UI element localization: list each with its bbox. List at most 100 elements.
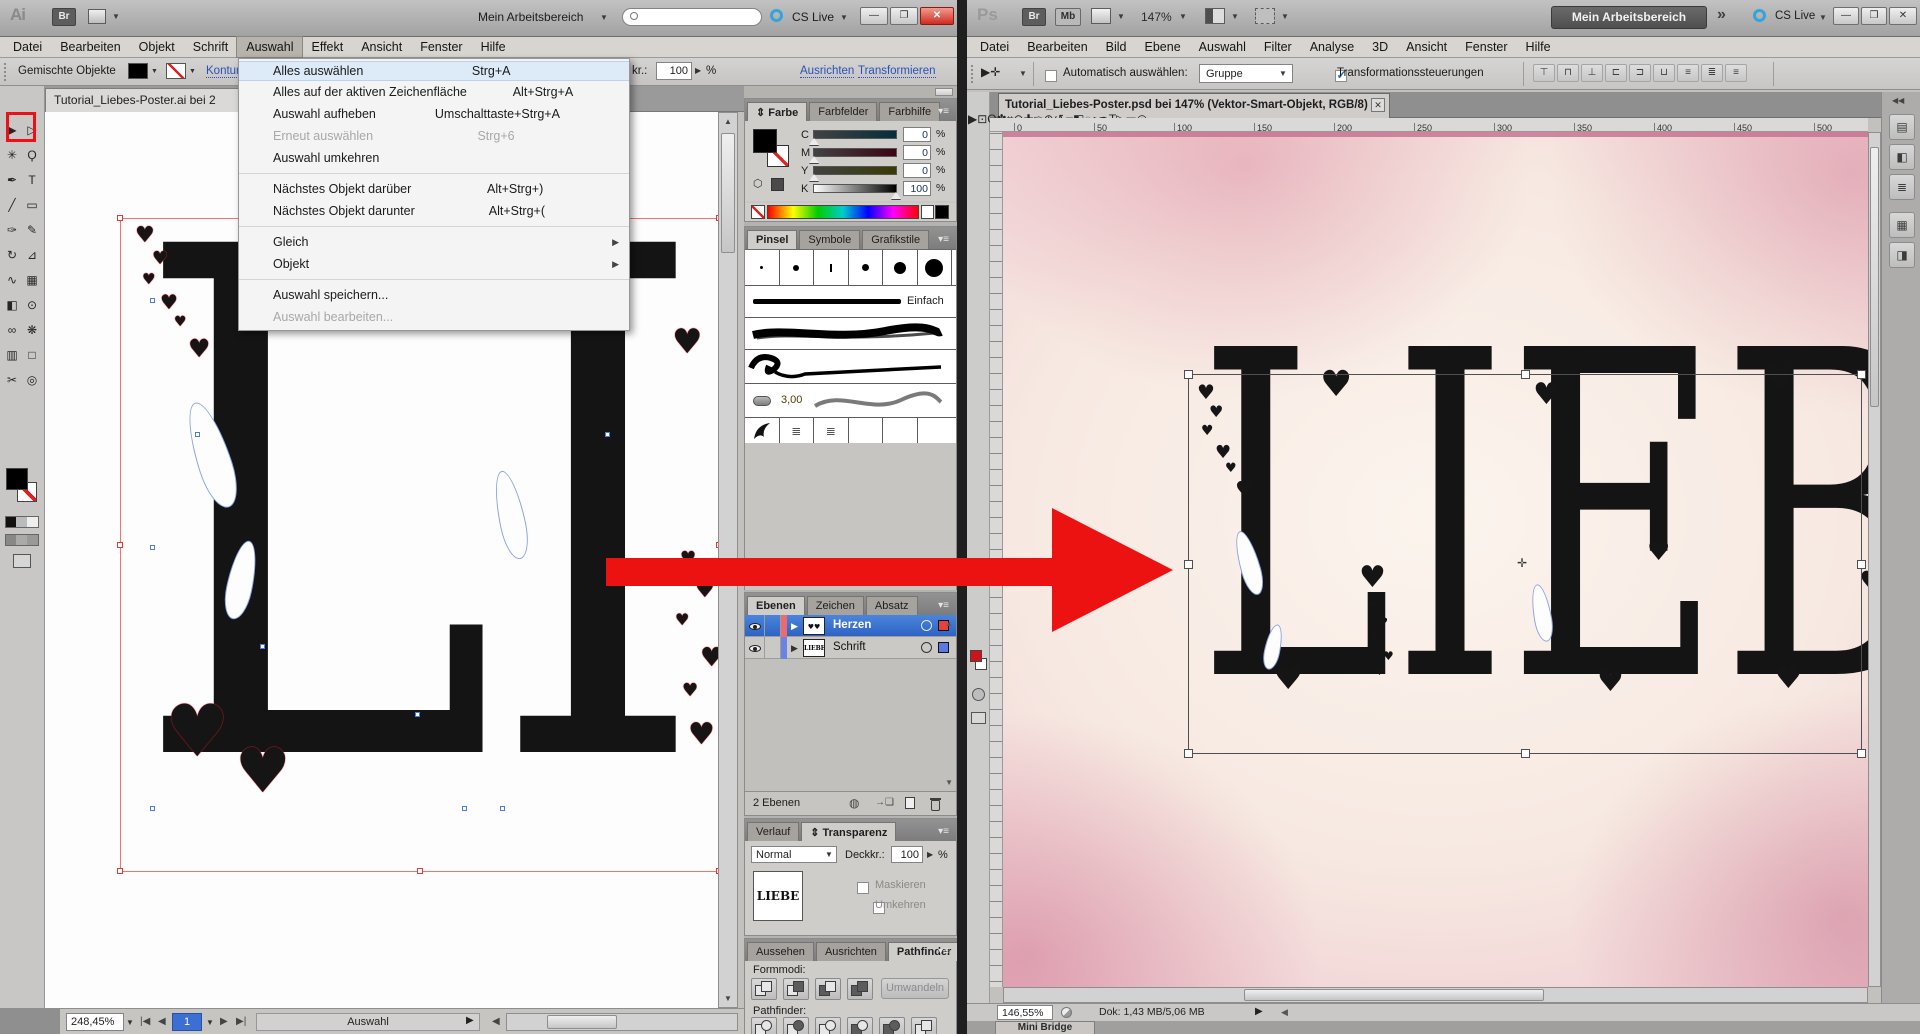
cs-live-button[interactable]: CS Live (792, 10, 834, 24)
scroll-down-icon[interactable]: ▼ (945, 778, 953, 787)
move-tool-icon[interactable]: ▶✛ (981, 65, 1000, 79)
search-input[interactable] (622, 8, 762, 26)
exclude-shape-button[interactable] (847, 978, 873, 1000)
menu-item[interactable]: Gleich ▶ (239, 231, 629, 253)
new-sublayer-icon[interactable]: →❏ (875, 797, 894, 808)
expand-button[interactable]: Umwandeln (881, 978, 949, 999)
target-circle-icon[interactable] (921, 620, 932, 631)
simple-brush-row[interactable]: Einfach (745, 286, 956, 318)
screen-mode-button[interactable] (13, 554, 31, 568)
arrange-documents-arrow-icon[interactable]: ▼ (112, 12, 120, 21)
mini-bridge-tab[interactable]: Mini Bridge (995, 1021, 1095, 1034)
menu-bar-item[interactable]: Bearbeiten (51, 37, 129, 57)
spectrum-none-swatch[interactable] (751, 205, 765, 219)
artboard-number-input[interactable]: 1 (172, 1013, 202, 1031)
anchor-point[interactable] (500, 806, 505, 811)
transform-panel-link[interactable]: Transformieren (858, 65, 936, 78)
panel-tab[interactable]: ⇕ Transparenz (801, 822, 896, 841)
type-tool-icon[interactable]: T (22, 168, 42, 193)
transform-handle[interactable] (1857, 749, 1866, 758)
mesh-tool-icon[interactable]: ▦ (22, 268, 42, 293)
menu-bar-item[interactable]: Ansicht (1397, 37, 1456, 57)
align-button[interactable]: ⊤ (1533, 64, 1555, 82)
screen-mode-button[interactable] (971, 712, 986, 724)
horizontal-scrollbar[interactable] (506, 1013, 738, 1031)
menu-item[interactable]: Auswahl umkehren (239, 147, 629, 169)
menu-bar-item[interactable]: 3D (1363, 37, 1397, 57)
brush-item[interactable] (849, 250, 884, 285)
charcoal-brush-row[interactable] (745, 318, 956, 350)
menu-bar-item[interactable]: Analyse (1301, 37, 1363, 57)
workspace-switcher[interactable]: Mein Arbeitsbereich (1551, 6, 1707, 29)
transform-handle[interactable] (1521, 749, 1530, 758)
menu-bar-item[interactable]: Fenster (411, 37, 471, 57)
merge-button[interactable] (815, 1017, 841, 1034)
scrollbar-thumb[interactable] (721, 133, 735, 253)
menu-bar-item[interactable]: Auswahl (1190, 37, 1255, 57)
previous-page-icon[interactable]: ◀ (158, 1016, 166, 1027)
scrollbar-thumb[interactable] (547, 1015, 617, 1029)
align-button[interactable]: ⊔ (1653, 64, 1675, 82)
selection-handle[interactable] (417, 868, 423, 874)
scroll-up-icon[interactable]: ▲ (724, 117, 732, 126)
panel-tab[interactable]: Zeichen (807, 596, 864, 615)
transform-handle[interactable] (1184, 370, 1193, 379)
rotate-tool-icon[interactable]: ↻ (2, 243, 22, 268)
bridge-button[interactable]: Br (52, 8, 76, 26)
transform-handle[interactable] (1184, 560, 1193, 569)
slider-value-input[interactable]: 0 (903, 163, 931, 178)
stroke-color-swatch[interactable] (166, 63, 186, 79)
view-extras-icon[interactable] (1091, 8, 1111, 24)
brush-item[interactable] (918, 250, 953, 285)
slider-track[interactable] (813, 148, 897, 157)
panel-tab[interactable]: Symbole (799, 230, 860, 249)
menu-bar-item[interactable]: Hilfe (472, 37, 515, 57)
width-tool-icon[interactable]: ∿ (2, 268, 22, 293)
slice-tool-icon[interactable]: ✂ (2, 368, 22, 393)
foreground-color-swatch[interactable] (970, 650, 982, 662)
close-tab-icon[interactable]: ✕ (1371, 98, 1385, 112)
move-tool-icon[interactable]: ▶ (968, 112, 977, 126)
panel-icon[interactable]: ▦ (1889, 212, 1915, 238)
expand-dock-icon[interactable]: ◀◀ (1892, 96, 1904, 105)
panel-tab[interactable]: Ausrichten (816, 942, 886, 961)
menu-bar-item[interactable]: Ansicht (352, 37, 411, 57)
panel-tab[interactable]: Pinsel (747, 230, 797, 249)
fill-proxy-swatch[interactable] (753, 129, 777, 153)
visibility-toggle[interactable] (745, 615, 765, 637)
anchor-point[interactable] (415, 712, 420, 717)
mask-checkbox[interactable] (857, 882, 869, 894)
minimize-button[interactable]: — (1833, 7, 1859, 25)
opacity-input[interactable]: 100 (656, 62, 692, 80)
first-page-icon[interactable]: |◀ (140, 1016, 150, 1027)
arrange-documents-icon[interactable] (1205, 8, 1225, 24)
cs-live-arrow-icon[interactable]: ▼ (1819, 13, 1827, 22)
horizontal-ruler[interactable]: 050100150200250300350400450500550 (990, 118, 1868, 132)
photoshop-horizontal-scrollbar[interactable] (1003, 987, 1868, 1003)
layer-name[interactable]: Herzen (833, 619, 871, 631)
anchor-point[interactable] (150, 806, 155, 811)
quick-mask-button[interactable] (972, 688, 985, 701)
selection-handle[interactable] (117, 542, 123, 548)
new-layer-icon[interactable] (905, 797, 915, 809)
align-button[interactable]: ⊏ (1605, 64, 1627, 82)
brush-item[interactable] (814, 250, 849, 285)
fill-arrow-icon[interactable]: ▼ (151, 68, 158, 75)
outline-button[interactable] (879, 1017, 905, 1034)
panel-tab[interactable]: Ebenen (747, 596, 805, 615)
slider-value-input[interactable]: 0 (903, 127, 931, 142)
corner-tile[interactable] (745, 418, 780, 443)
trim-button[interactable] (783, 1017, 809, 1034)
crop-button[interactable] (847, 1017, 873, 1034)
panel-tab[interactable]: Verlauf (747, 822, 799, 841)
menu-bar-item[interactable]: Schrift (184, 37, 237, 57)
menu-bar-item[interactable]: Auswahl (237, 37, 302, 57)
anchor-point[interactable] (605, 432, 610, 437)
slider-track[interactable] (813, 166, 897, 175)
menu-item[interactable]: Erneut auswählen Strg+6 (239, 125, 629, 147)
unite-shape-button[interactable] (751, 978, 777, 1000)
next-page-icon[interactable]: ▶ (220, 1016, 228, 1027)
panel-icon[interactable]: ◧ (1889, 144, 1915, 170)
scroll-up-icon[interactable]: ▲ (945, 619, 953, 628)
anchor-point[interactable] (195, 432, 200, 437)
